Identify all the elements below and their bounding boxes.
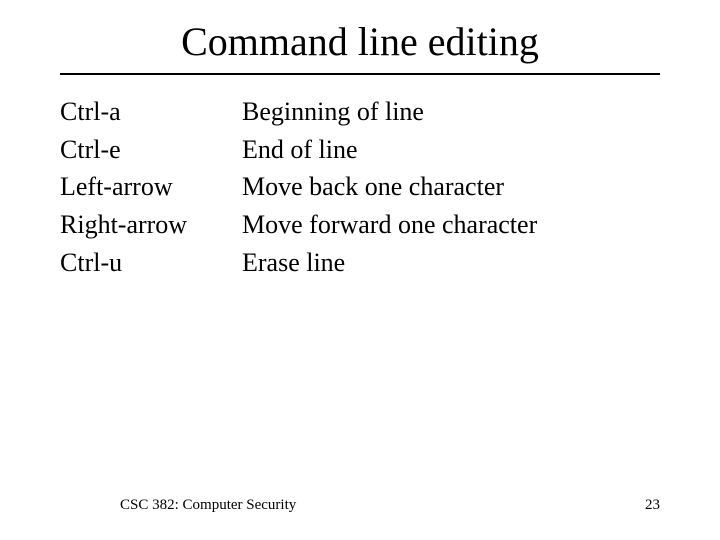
title-divider [60,73,660,75]
footer: CSC 382: Computer Security 23 [0,497,720,514]
key-cell: Ctrl-u [60,244,242,282]
slide-title: Command line editing [60,18,660,65]
key-cell: Left-arrow [60,168,242,206]
footer-page: 23 [645,497,660,514]
slide: Command line editing Ctrl-a Ctrl-e Left-… [0,0,720,540]
key-cell: Ctrl-a [60,93,242,131]
desc-cell: End of line [242,131,660,169]
keys-column: Ctrl-a Ctrl-e Left-arrow Right-arrow Ctr… [60,93,242,281]
key-cell: Right-arrow [60,206,242,244]
desc-cell: Move back one character [242,168,660,206]
desc-cell: Erase line [242,244,660,282]
key-cell: Ctrl-e [60,131,242,169]
footer-course: CSC 382: Computer Security [120,497,296,514]
content-table: Ctrl-a Ctrl-e Left-arrow Right-arrow Ctr… [60,93,660,281]
descriptions-column: Beginning of line End of line Move back … [242,93,660,281]
desc-cell: Move forward one character [242,206,660,244]
desc-cell: Beginning of line [242,93,660,131]
